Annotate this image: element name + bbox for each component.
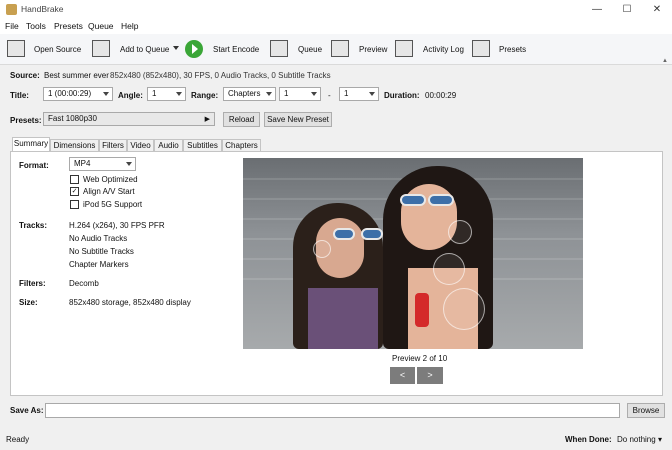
chevron-down-icon — [126, 162, 132, 166]
close-button[interactable]: ✕ — [642, 0, 672, 19]
source-details: 852x480 (852x480), 30 FPS, 0 Audio Track… — [110, 71, 331, 80]
preview-previous-button[interactable]: < — [390, 367, 415, 384]
start-encode-icon[interactable] — [185, 40, 203, 58]
range-type-value: Chapters — [228, 89, 261, 98]
title-select[interactable]: 1 (00:00:29) — [43, 87, 113, 101]
when-done-select[interactable]: Do nothing ▾ — [617, 435, 662, 444]
track-video: H.264 (x264), 30 FPS PFR — [69, 221, 165, 230]
open-source-icon[interactable] — [7, 40, 25, 57]
tab-summary[interactable]: Summary — [12, 137, 50, 152]
preset-select[interactable]: Fast 1080p30 ▶ — [43, 112, 215, 126]
chevron-down-icon — [176, 92, 182, 96]
range-start-value: 1 — [284, 89, 289, 98]
chevron-right-icon: ▶ — [204, 116, 210, 123]
presets-icon[interactable] — [472, 40, 490, 57]
tab-subtitles[interactable]: Subtitles — [183, 139, 222, 151]
preview-next-button[interactable]: > — [417, 367, 443, 384]
menu-tools[interactable]: Tools — [26, 21, 46, 31]
save-as-input[interactable] — [45, 403, 620, 418]
track-chapters: Chapter Markers — [69, 260, 129, 269]
duration-value: 00:00:29 — [425, 91, 457, 100]
chevron-down-icon — [266, 92, 272, 96]
angle-label: Angle: — [118, 91, 143, 100]
preview-button[interactable]: Preview — [359, 45, 387, 54]
add-to-queue-icon[interactable] — [92, 40, 110, 57]
range-type-select[interactable]: Chapters — [223, 87, 276, 101]
chevron-down-icon: ▾ — [657, 435, 662, 444]
angle-select[interactable]: 1 — [147, 87, 186, 101]
web-optimized-checkbox[interactable] — [70, 175, 79, 184]
chevron-down-icon — [311, 92, 317, 96]
activity-log-icon[interactable] — [395, 40, 413, 57]
when-done-label: When Done: — [565, 435, 612, 444]
filters-label: Filters: — [19, 279, 46, 288]
tab-filters[interactable]: Filters — [99, 139, 127, 151]
add-to-queue-button[interactable]: Add to Queue — [120, 45, 169, 54]
tab-dimensions[interactable]: Dimensions — [50, 139, 99, 151]
status-text: Ready — [6, 435, 30, 444]
align-av-checkbox[interactable]: ✓ — [70, 187, 79, 196]
reload-button[interactable]: Reload — [223, 112, 260, 127]
presets-button[interactable]: Presets — [499, 45, 526, 54]
align-av-label: Align A/V Start — [83, 187, 135, 196]
range-start-select[interactable]: 1 — [279, 87, 321, 101]
range-end-select[interactable]: 1 — [339, 87, 379, 101]
chevron-down-icon — [369, 92, 375, 96]
ipod-label: iPod 5G Support — [83, 200, 143, 209]
queue-button[interactable]: Queue — [298, 45, 322, 54]
save-as-label: Save As: — [10, 406, 44, 415]
size-value: 852x480 storage, 852x480 display — [69, 298, 191, 307]
chevron-down-icon — [103, 92, 109, 96]
size-label: Size: — [19, 298, 38, 307]
format-select-value: MP4 — [74, 159, 91, 168]
title-select-value: 1 (00:00:29) — [48, 89, 92, 98]
title-label: Title: — [10, 91, 29, 100]
when-done-value: Do nothing — [617, 435, 656, 444]
duration-label: Duration: — [384, 91, 420, 100]
preview-icon[interactable] — [331, 40, 349, 57]
menu-presets[interactable]: Presets — [54, 21, 83, 31]
ipod-checkbox[interactable] — [70, 200, 79, 209]
source-label: Source: — [10, 71, 40, 80]
source-name: Best summer ever — [44, 71, 109, 80]
angle-select-value: 1 — [152, 89, 157, 98]
tracks-label: Tracks: — [19, 221, 48, 230]
maximize-button[interactable]: ☐ — [612, 0, 642, 19]
range-separator: - — [328, 91, 331, 100]
track-audio: No Audio Tracks — [69, 234, 128, 243]
start-encode-button[interactable]: Start Encode — [213, 45, 259, 54]
tab-chapters[interactable]: Chapters — [222, 139, 261, 151]
chevron-down-icon[interactable] — [173, 46, 179, 50]
checkmark-icon: ✓ — [71, 188, 78, 195]
preview-image — [243, 158, 583, 349]
tab-video[interactable]: Video — [127, 139, 154, 151]
preview-caption: Preview 2 of 10 — [392, 354, 448, 363]
window-title: HandBrake — [21, 4, 64, 14]
queue-icon[interactable] — [270, 40, 288, 57]
preset-select-value: Fast 1080p30 — [48, 114, 97, 123]
format-label: Format: — [19, 161, 49, 170]
filters-value: Decomb — [69, 279, 99, 288]
web-optimized-label: Web Optimized — [83, 175, 138, 184]
range-end-value: 1 — [344, 89, 349, 98]
browse-button[interactable]: Browse — [627, 403, 665, 418]
menu-file[interactable]: File — [5, 21, 19, 31]
range-label: Range: — [191, 91, 219, 100]
tab-audio[interactable]: Audio — [154, 139, 183, 151]
save-new-preset-button[interactable]: Save New Preset — [264, 112, 332, 127]
activity-log-button[interactable]: Activity Log — [423, 45, 464, 54]
menu-help[interactable]: Help — [121, 21, 138, 31]
scroll-up-icon[interactable]: ▲ — [662, 58, 668, 64]
track-subtitle: No Subtitle Tracks — [69, 247, 134, 256]
presets-label: Presets: — [10, 116, 42, 125]
handbrake-logo-icon — [6, 4, 17, 15]
title-bar — [0, 0, 672, 19]
open-source-button[interactable]: Open Source — [34, 45, 81, 54]
format-select[interactable]: MP4 — [69, 157, 136, 171]
menu-queue[interactable]: Queue — [88, 21, 114, 31]
minimize-button[interactable]: — — [582, 0, 612, 19]
